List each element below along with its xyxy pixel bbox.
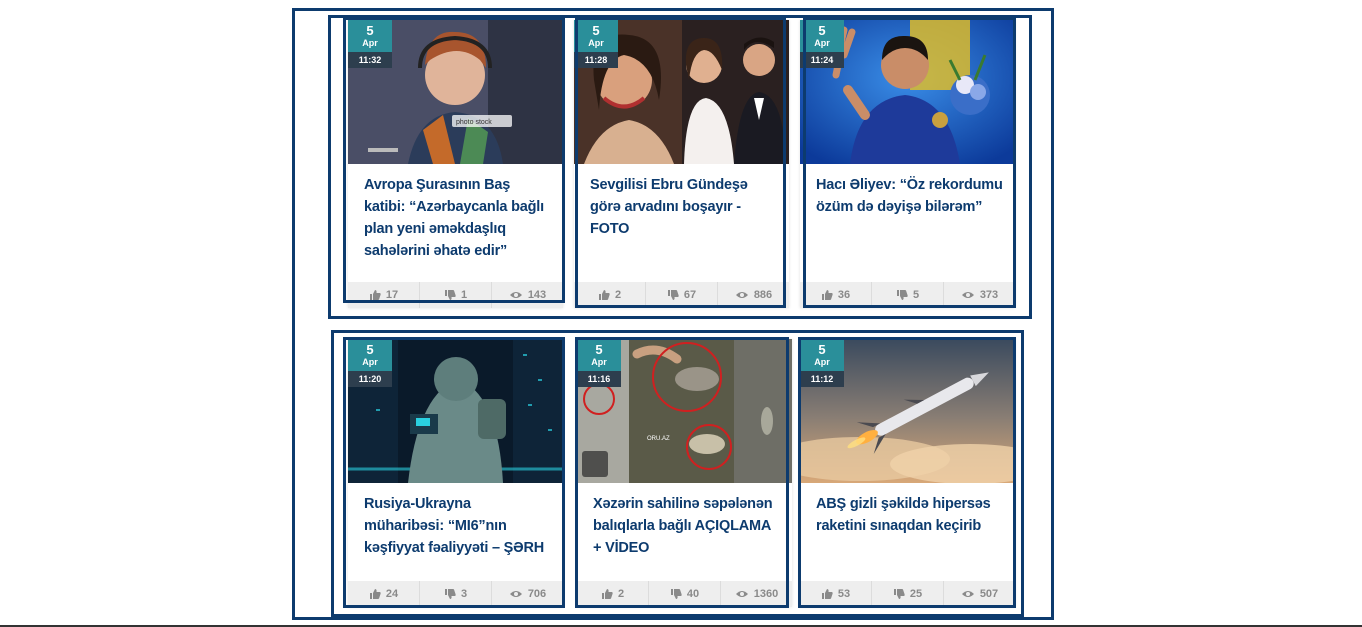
row-frame-top <box>328 15 1032 319</box>
row-frame-bottom <box>331 330 1024 617</box>
